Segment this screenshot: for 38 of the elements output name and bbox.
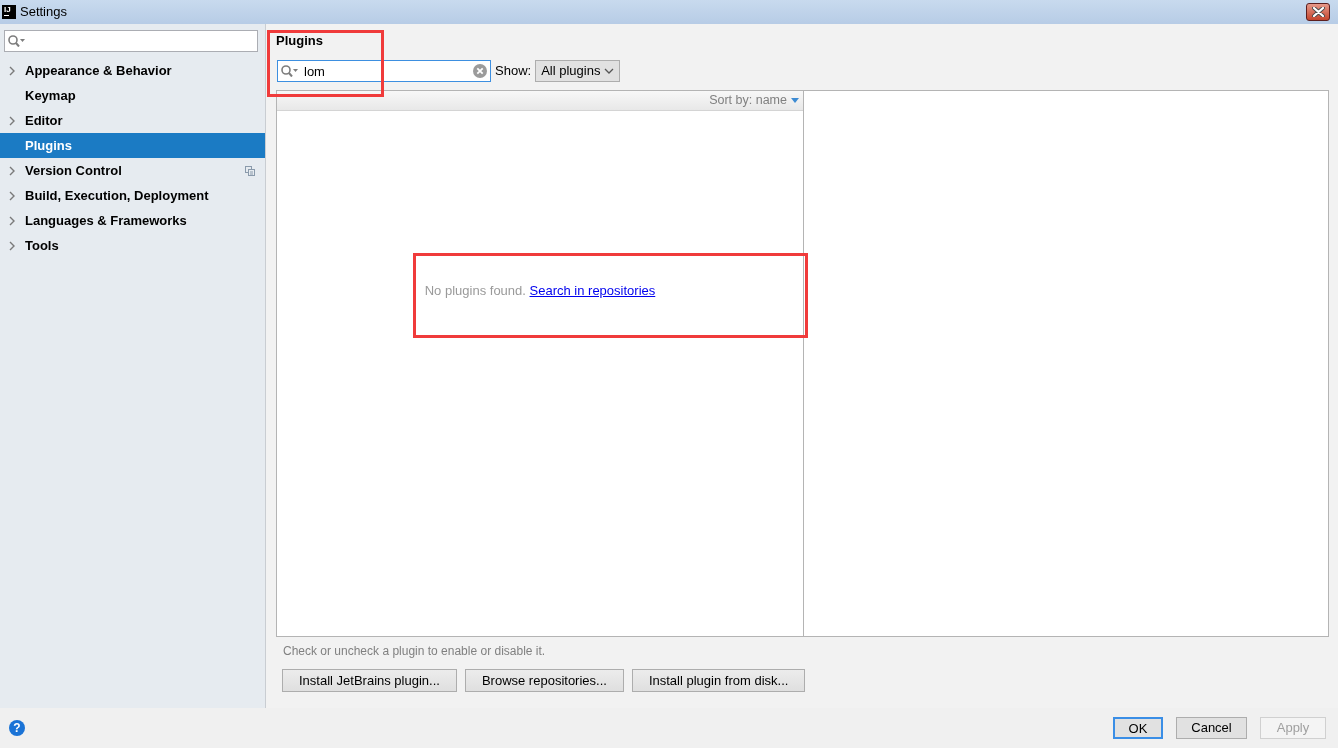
sidebar-item[interactable]: Version Control bbox=[0, 158, 265, 183]
close-icon bbox=[1311, 7, 1325, 17]
plugin-action-button[interactable]: Install JetBrains plugin... bbox=[282, 669, 457, 692]
sidebar-item[interactable]: Editor bbox=[0, 108, 265, 133]
search-icon bbox=[281, 65, 298, 77]
chevron-right-icon bbox=[9, 115, 15, 126]
chevron-right-icon bbox=[9, 165, 15, 176]
caret-down-icon bbox=[791, 98, 799, 103]
search-field[interactable] bbox=[4, 30, 258, 52]
close-button[interactable] bbox=[1306, 3, 1330, 21]
sidebar-item[interactable]: Appearance & Behavior bbox=[0, 58, 265, 83]
sidebar-item[interactable]: Tools bbox=[0, 233, 265, 258]
plugin-search-field[interactable]: lom bbox=[277, 60, 491, 82]
sidebar-item[interactable]: Plugins bbox=[0, 133, 265, 158]
hint-text: Check or uncheck a plugin to enable or disable it. bbox=[282, 643, 547, 659]
sidebar-item[interactable]: Languages & Frameworks bbox=[0, 208, 265, 233]
window-title: Settings bbox=[20, 3, 67, 22]
empty-message: No plugins found. Search in repositories bbox=[423, 282, 657, 300]
search-icon bbox=[8, 35, 25, 47]
panel-title: Plugins bbox=[276, 32, 324, 50]
plugin-action-button[interactable]: Browse repositories... bbox=[464, 669, 624, 692]
sidebar-item[interactable]: Keymap bbox=[0, 83, 265, 108]
chevron-right-icon bbox=[9, 240, 15, 251]
show-dropdown[interactable]: All plugins bbox=[535, 60, 621, 82]
clear-icon bbox=[473, 64, 487, 78]
chevron-right-icon bbox=[9, 215, 15, 226]
chevron-right-icon bbox=[9, 65, 15, 76]
search-repositories-link[interactable]: Search in repositories bbox=[529, 283, 656, 298]
sidebar-item[interactable]: Build, Execution, Deployment bbox=[0, 183, 265, 208]
show-label: Show: bbox=[495, 62, 532, 81]
chevron-down-icon bbox=[604, 68, 615, 74]
chevron-right-icon bbox=[9, 190, 15, 201]
sort-dropdown[interactable]: Sort by: name bbox=[709, 91, 799, 110]
plugin-action-button[interactable]: Install plugin from disk... bbox=[631, 669, 806, 692]
dialog-button[interactable]: OK bbox=[1113, 717, 1163, 739]
help-button[interactable]: ? bbox=[9, 720, 25, 736]
app-logo: IJ bbox=[2, 5, 16, 19]
dialog-button[interactable]: Cancel bbox=[1176, 717, 1247, 739]
